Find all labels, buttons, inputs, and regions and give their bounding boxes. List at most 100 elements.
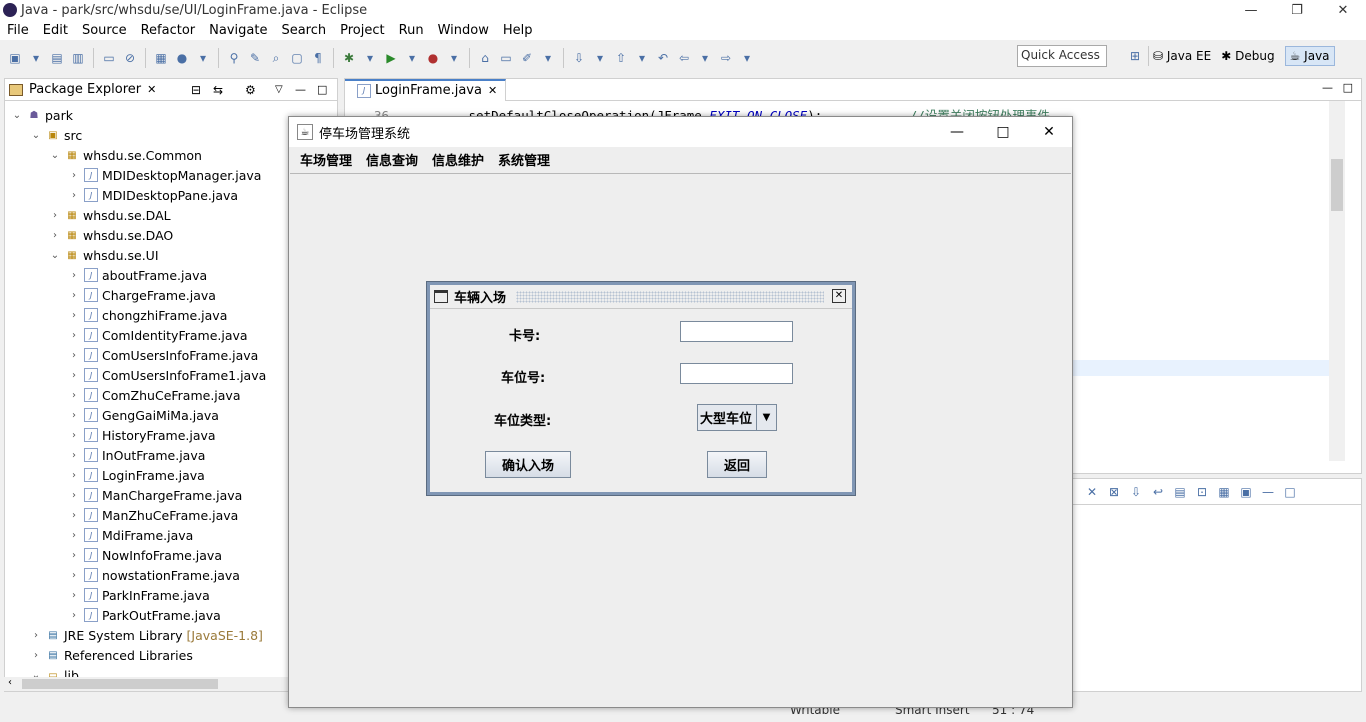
dropdown-icon[interactable]: ▾ (591, 49, 609, 67)
highlight-icon[interactable]: ✎ (246, 49, 264, 67)
dialog-close-button[interactable]: ✕ (832, 289, 846, 303)
close-view-icon[interactable]: ✕ (147, 83, 156, 96)
new-icon[interactable]: ▣ (6, 49, 24, 67)
quick-access-input[interactable]: Quick Access (1017, 45, 1107, 67)
tree-leaf-arrow-icon[interactable]: › (68, 490, 80, 501)
last-edit-icon[interactable]: ↶ (654, 49, 672, 67)
menu-window[interactable]: Window (431, 23, 496, 38)
perspective-debug[interactable]: ✱ Debug (1221, 49, 1274, 63)
app-close-button[interactable]: ✕ (1026, 117, 1072, 147)
card-number-input[interactable] (680, 321, 793, 342)
menu-edit[interactable]: Edit (36, 23, 75, 38)
view-menu-icon[interactable]: ▽ (275, 84, 283, 95)
editor-vscrollbar[interactable] (1329, 101, 1345, 461)
tree-leaf-arrow-icon[interactable]: › (68, 350, 80, 361)
new-class-icon[interactable]: ● (173, 49, 191, 67)
search-icon[interactable]: ⌕ (267, 49, 285, 67)
back-icon[interactable]: ⇦ (675, 49, 693, 67)
menu-system-management[interactable]: 系统管理 (491, 150, 557, 169)
scroll-lock-icon[interactable]: ⇩ (1127, 483, 1145, 501)
menu-project[interactable]: Project (333, 23, 391, 38)
tree-leaf-arrow-icon[interactable]: › (68, 170, 80, 181)
maximize-view-icon[interactable]: □ (317, 83, 327, 96)
menu-source[interactable]: Source (75, 23, 134, 38)
tree-leaf-arrow-icon[interactable]: › (68, 470, 80, 481)
tree-leaf-arrow-icon[interactable]: › (68, 550, 80, 561)
maximize-editor-icon[interactable]: □ (1343, 81, 1353, 94)
menu-parking-management[interactable]: 车场管理 (293, 150, 359, 169)
chevron-down-icon[interactable]: ⌄ (30, 130, 42, 141)
perspective-java[interactable]: ☕ Java (1284, 46, 1335, 66)
confirm-entry-button[interactable]: 确认入场 (485, 451, 571, 478)
close-tab-icon[interactable]: ✕ (488, 84, 497, 97)
block-selection-icon[interactable]: ▢ (288, 49, 306, 67)
package-explorer-tab[interactable]: Package Explorer ✕ ⊟ ⇆ ⚙ ▽ — □ (5, 79, 337, 101)
dropdown-icon[interactable]: ▾ (194, 49, 212, 67)
app-maximize-button[interactable]: □ (980, 117, 1026, 147)
minimize-view-icon[interactable]: — (1259, 483, 1277, 501)
debug-icon[interactable]: ✱ (340, 49, 358, 67)
menu-info-maintenance[interactable]: 信息维护 (425, 150, 491, 169)
save-all-icon[interactable]: ▥ (69, 49, 87, 67)
minimize-button[interactable]: — (1228, 0, 1274, 20)
filter-icon[interactable]: ⚙ (245, 83, 256, 97)
chevron-down-icon[interactable]: ⌄ (49, 250, 61, 261)
menu-file[interactable]: File (0, 23, 36, 38)
menu-help[interactable]: Help (496, 23, 540, 38)
prev-annotation-icon[interactable]: ⇧ (612, 49, 630, 67)
minimize-view-icon[interactable]: — (295, 83, 306, 96)
chevron-right-icon[interactable]: › (30, 650, 42, 661)
perspective-java-ee[interactable]: ⛁ Java EE (1153, 49, 1211, 63)
dropdown-icon[interactable]: ▾ (403, 49, 421, 67)
scroll-thumb[interactable] (1331, 159, 1343, 211)
maximize-view-icon[interactable]: □ (1281, 483, 1299, 501)
scroll-thumb[interactable] (22, 679, 218, 689)
menu-run[interactable]: Run (392, 23, 431, 38)
dropdown-icon[interactable]: ▾ (27, 49, 45, 67)
remove-launch-icon[interactable]: ✕ (1083, 483, 1101, 501)
tree-leaf-arrow-icon[interactable]: › (68, 570, 80, 581)
run-icon[interactable]: ▶ (382, 49, 400, 67)
terminal-icon[interactable]: ▭ (100, 49, 118, 67)
chevron-right-icon[interactable]: › (49, 210, 61, 221)
tree-leaf-arrow-icon[interactable]: › (68, 590, 80, 601)
dropdown-icon[interactable]: ▾ (361, 49, 379, 67)
dropdown-icon[interactable]: ▾ (696, 49, 714, 67)
tree-leaf-arrow-icon[interactable]: › (68, 310, 80, 321)
back-button[interactable]: 返回 (707, 451, 767, 478)
slot-number-input[interactable] (680, 363, 793, 384)
pen-icon[interactable]: ✐ (518, 49, 536, 67)
app-minimize-button[interactable]: — (934, 117, 980, 147)
skip-breakpoints-icon[interactable]: ⊘ (121, 49, 139, 67)
close-button[interactable]: ✕ (1320, 0, 1366, 20)
remove-all-icon[interactable]: ⊠ (1105, 483, 1123, 501)
forward-icon[interactable]: ⇨ (717, 49, 735, 67)
dropdown-icon[interactable]: ▾ (539, 49, 557, 67)
collapse-all-icon[interactable]: ⊟ (191, 83, 201, 97)
dropdown-icon[interactable]: ▾ (633, 49, 651, 67)
tree-leaf-arrow-icon[interactable]: › (68, 530, 80, 541)
folder-icon[interactable]: ▭ (497, 49, 515, 67)
menu-refactor[interactable]: Refactor (134, 23, 203, 38)
slot-type-select[interactable]: 大型车位 ▼ (697, 404, 777, 431)
open-type-icon[interactable]: ⚲ (225, 49, 243, 67)
chevron-down-icon[interactable]: ⌄ (49, 150, 61, 161)
tree-leaf-arrow-icon[interactable]: › (68, 410, 80, 421)
chevron-right-icon[interactable]: › (49, 230, 61, 241)
new-console-icon[interactable]: ▣ (1237, 483, 1255, 501)
new-package-icon[interactable]: ▦ (152, 49, 170, 67)
menu-info-query[interactable]: 信息查询 (359, 150, 425, 169)
chevron-down-icon[interactable]: ⌄ (11, 110, 23, 121)
link-editor-icon[interactable]: ⇆ (213, 83, 223, 97)
tree-leaf-arrow-icon[interactable]: › (68, 190, 80, 201)
save-icon[interactable]: ▤ (48, 49, 66, 67)
tree-leaf-arrow-icon[interactable]: › (68, 270, 80, 281)
tree-leaf-arrow-icon[interactable]: › (68, 390, 80, 401)
restore-button[interactable]: ❐ (1274, 0, 1320, 20)
tree-leaf-arrow-icon[interactable]: › (68, 510, 80, 521)
dropdown-icon[interactable]: ▾ (738, 49, 756, 67)
display-console-icon[interactable]: ▦ (1215, 483, 1233, 501)
pin-console-icon[interactable]: ⊡ (1193, 483, 1211, 501)
tree-leaf-arrow-icon[interactable]: › (68, 430, 80, 441)
tree-leaf-arrow-icon[interactable]: › (68, 290, 80, 301)
